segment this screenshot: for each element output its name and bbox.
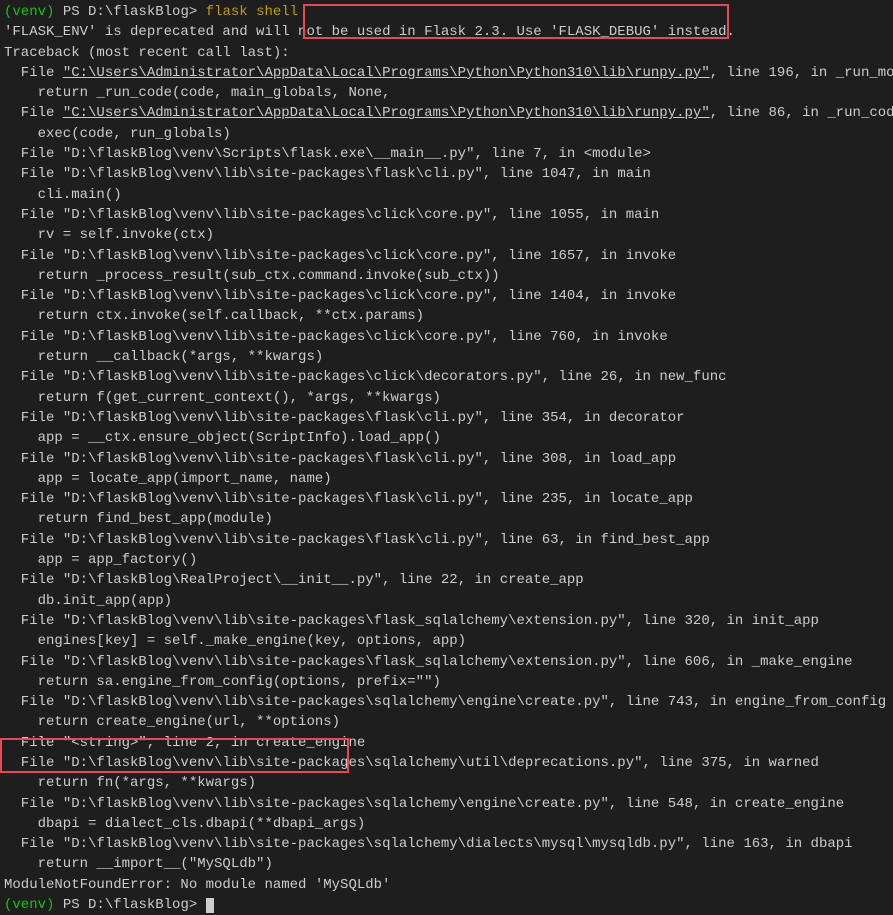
traceback-source: return sa.engine_from_config(options, pr… xyxy=(4,672,889,692)
traceback-file: File "D:\flaskBlog\venv\lib\site-package… xyxy=(4,530,889,550)
traceback-source: app = __ctx.ensure_object(ScriptInfo).lo… xyxy=(4,428,889,448)
traceback-file: File "D:\flaskBlog\venv\lib\site-package… xyxy=(4,408,889,428)
traceback-source: return create_engine(url, **options) xyxy=(4,712,889,732)
traceback-file: File "D:\flaskBlog\venv\lib\site-package… xyxy=(4,652,889,672)
traceback-file: File "D:\flaskBlog\venv\lib\site-package… xyxy=(4,367,889,387)
traceback-file: File "D:\flaskBlog\venv\lib\site-package… xyxy=(4,205,889,225)
traceback-source: return ctx.invoke(self.callback, **ctx.p… xyxy=(4,306,889,326)
error-line: ModuleNotFoundError: No module named 'My… xyxy=(4,875,889,895)
traceback-file: File "D:\flaskBlog\venv\lib\site-package… xyxy=(4,611,889,631)
traceback-source: return find_best_app(module) xyxy=(4,509,889,529)
traceback-source: return __callback(*args, **kwargs) xyxy=(4,347,889,367)
traceback-source: app = locate_app(import_name, name) xyxy=(4,469,889,489)
traceback-file: File "D:\flaskBlog\venv\Scripts\flask.ex… xyxy=(4,144,889,164)
traceback-file: File "D:\flaskBlog\venv\lib\site-package… xyxy=(4,794,889,814)
traceback-file: File "C:\Users\Administrator\AppData\Loc… xyxy=(4,103,889,123)
traceback-file: File "D:\flaskBlog\venv\lib\site-package… xyxy=(4,449,889,469)
traceback-source: rv = self.invoke(ctx) xyxy=(4,225,889,245)
terminal-output[interactable]: (venv) PS D:\flaskBlog> flask shell'FLAS… xyxy=(4,2,889,915)
traceback-file: File "D:\flaskBlog\venv\lib\site-package… xyxy=(4,753,889,773)
traceback-file: File "C:\Users\Administrator\AppData\Loc… xyxy=(4,63,889,83)
traceback-file: File "D:\flaskBlog\venv\lib\site-package… xyxy=(4,286,889,306)
traceback-source: engines[key] = self._make_engine(key, op… xyxy=(4,631,889,651)
deprecation-warning: 'FLASK_ENV' is deprecated and will not b… xyxy=(4,22,889,42)
traceback-source: cli.main() xyxy=(4,185,889,205)
traceback-source: return _run_code(code, main_globals, Non… xyxy=(4,83,889,103)
traceback-file: File "D:\flaskBlog\venv\lib\site-package… xyxy=(4,327,889,347)
traceback-file: File "D:\flaskBlog\venv\lib\site-package… xyxy=(4,834,889,854)
traceback-file: File "D:\flaskBlog\venv\lib\site-package… xyxy=(4,692,889,712)
traceback-source: dbapi = dialect_cls.dbapi(**dbapi_args) xyxy=(4,814,889,834)
prompt-line: (venv) PS D:\flaskBlog> flask shell xyxy=(4,2,889,22)
traceback-source: db.init_app(app) xyxy=(4,591,889,611)
traceback-file: File "D:\flaskBlog\venv\lib\site-package… xyxy=(4,164,889,184)
traceback-header: Traceback (most recent call last): xyxy=(4,43,889,63)
traceback-file: File "D:\flaskBlog\venv\lib\site-package… xyxy=(4,246,889,266)
traceback-file: File "<string>", line 2, in create_engin… xyxy=(4,733,889,753)
traceback-source: exec(code, run_globals) xyxy=(4,124,889,144)
traceback-source: return f(get_current_context(), *args, *… xyxy=(4,388,889,408)
traceback-file: File "D:\flaskBlog\venv\lib\site-package… xyxy=(4,489,889,509)
traceback-file: File "D:\flaskBlog\RealProject\__init__.… xyxy=(4,570,889,590)
traceback-source: return fn(*args, **kwargs) xyxy=(4,773,889,793)
traceback-source: return _process_result(sub_ctx.command.i… xyxy=(4,266,889,286)
traceback-source: app = app_factory() xyxy=(4,550,889,570)
traceback-source: return __import__("MySQLdb") xyxy=(4,854,889,874)
cursor xyxy=(206,898,214,913)
prompt-line: (venv) PS D:\flaskBlog> xyxy=(4,895,889,915)
